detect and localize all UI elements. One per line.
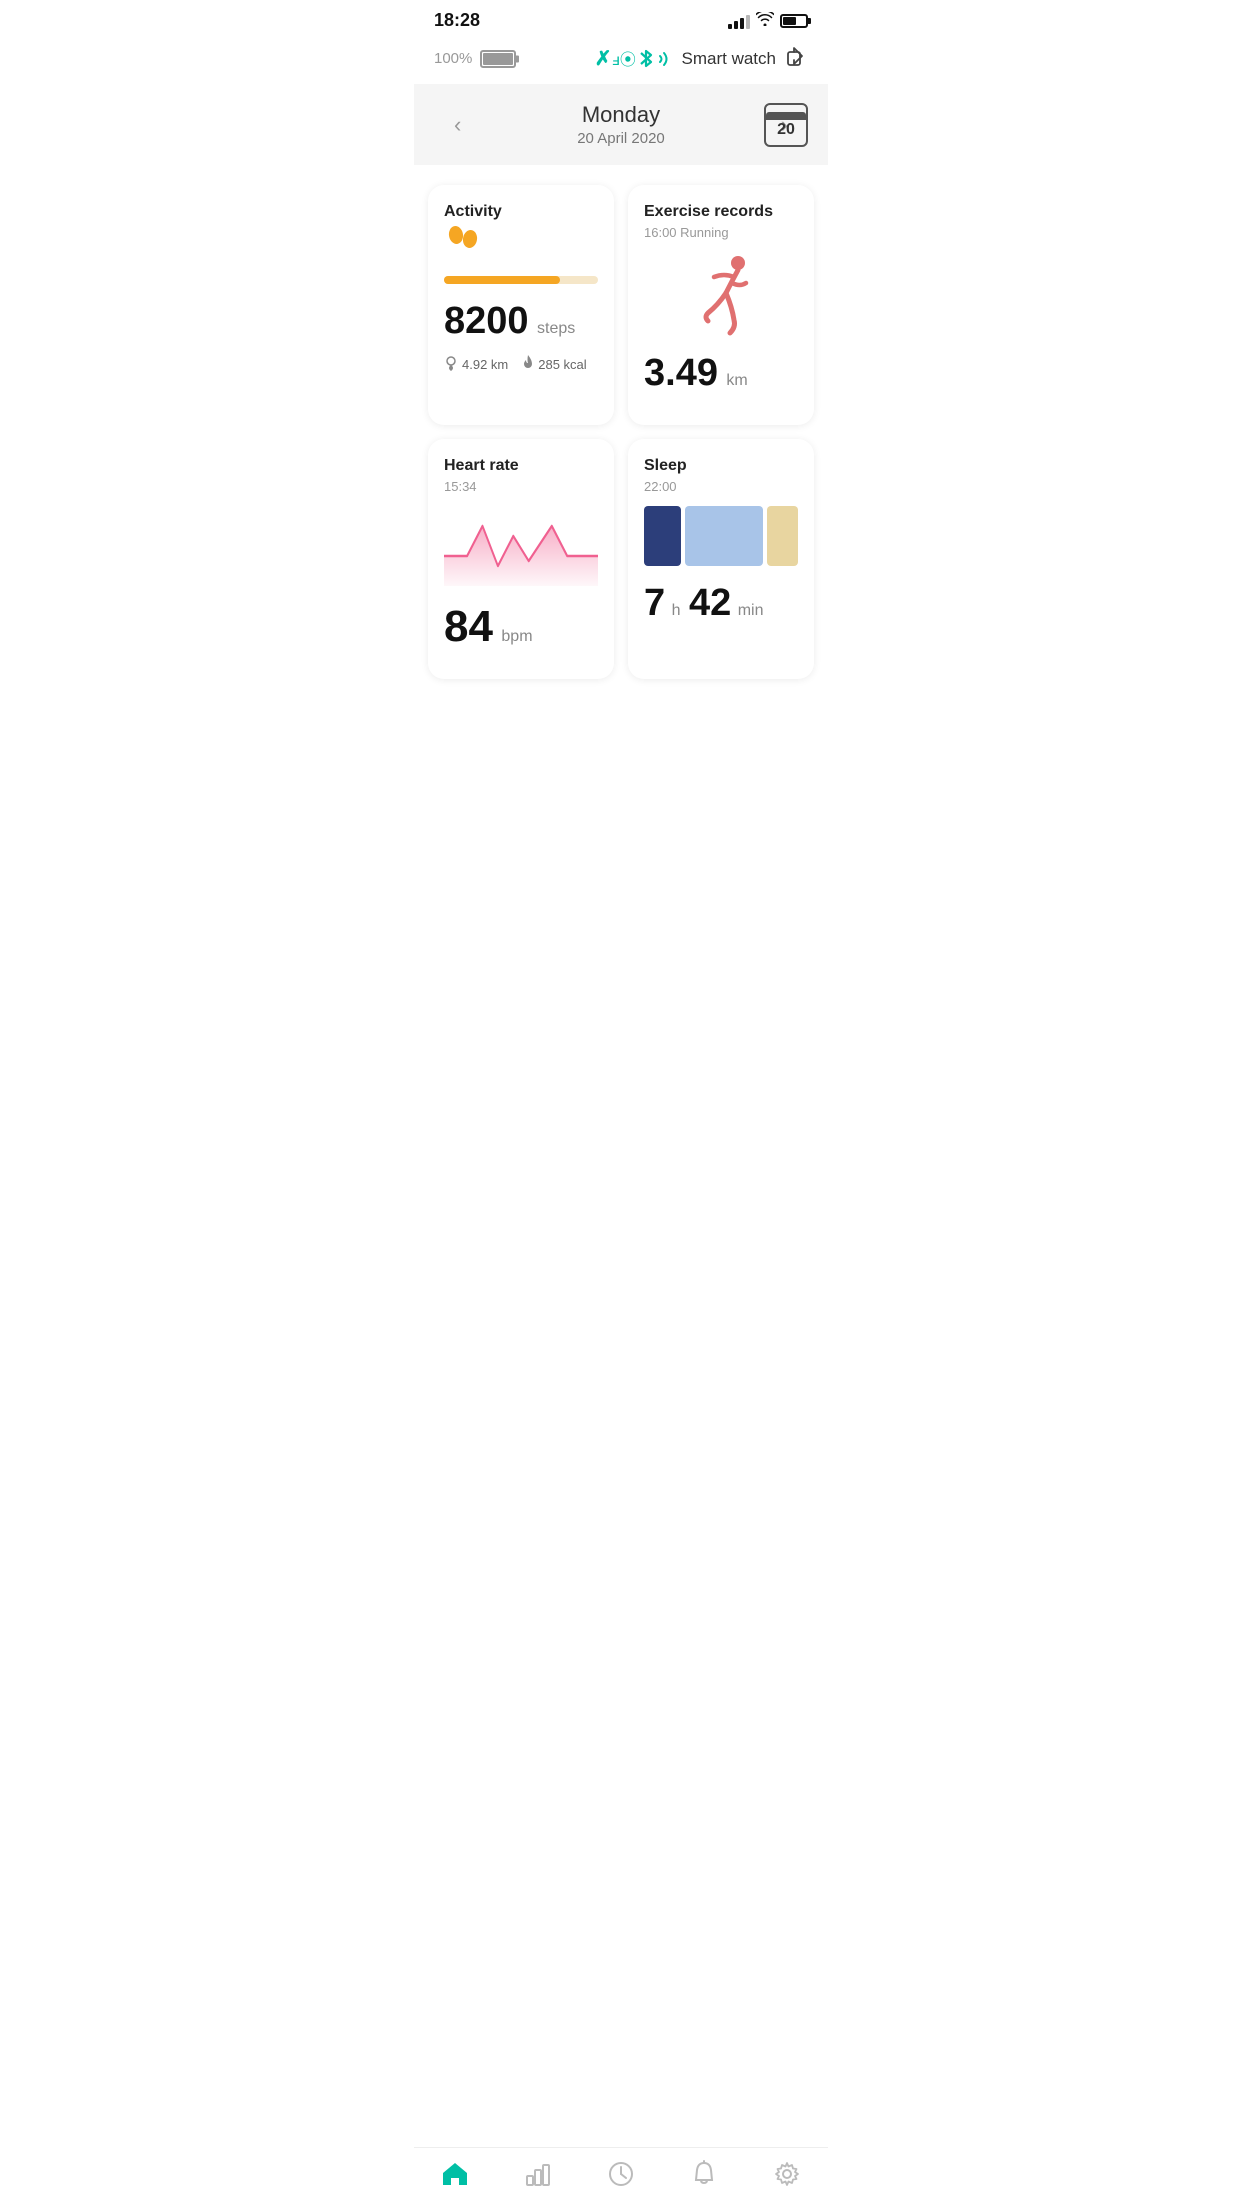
status-icons <box>728 12 808 29</box>
prev-day-button[interactable]: ‹ <box>434 112 481 138</box>
exercise-title: Exercise records <box>644 203 798 221</box>
device-bar: 100% ✗ ⅎ⦿ Smart watch <box>414 37 828 84</box>
progress-fill <box>444 276 560 284</box>
runner-figure <box>644 252 798 342</box>
sleep-hours-unit: h <box>672 602 681 619</box>
nav-notifications[interactable] <box>662 2160 745 2188</box>
activity-title: Activity <box>444 203 598 221</box>
light-sleep-bar <box>685 506 763 566</box>
signal-icon <box>728 13 750 29</box>
gear-icon <box>773 2160 801 2188</box>
heart-rate-title: Heart rate <box>444 457 598 475</box>
home-icon <box>441 2160 469 2188</box>
footsteps-icon <box>444 225 598 268</box>
calories-value: 285 kcal <box>538 357 586 372</box>
bpm-unit: bpm <box>501 628 532 645</box>
sleep-subtitle: 22:00 <box>644 479 798 494</box>
date-navigation: ‹ Monday 20 April 2020 › 20 <box>414 84 828 165</box>
nav-settings[interactable] <box>745 2160 828 2188</box>
share-icon[interactable] <box>786 45 808 72</box>
bluetooth-icon: ✗ ⅎ⦿ <box>595 46 672 71</box>
location-icon <box>444 355 458 374</box>
calories-meta: 285 kcal <box>522 355 586 374</box>
steps-unit: steps <box>537 320 575 337</box>
exercise-card[interactable]: Exercise records 16:00 Running 3.49 km <box>628 185 814 425</box>
bluetooth-symbol <box>638 48 654 70</box>
full-date: 20 April 2020 <box>481 130 760 147</box>
rem-sleep-bar <box>767 506 798 566</box>
bell-icon <box>690 2160 718 2188</box>
nav-clock[interactable] <box>580 2160 663 2188</box>
distance-value: 4.92 km <box>462 357 508 372</box>
status-time: 18:28 <box>434 10 480 31</box>
wifi-icon <box>756 12 774 29</box>
bpm-value: 84 <box>444 602 493 651</box>
battery-status-icon <box>780 14 808 28</box>
heart-rate-subtitle: 15:34 <box>444 479 598 494</box>
svg-text:ⅎ⦿: ⅎ⦿ <box>612 51 636 68</box>
bt-signal-waves <box>658 50 672 68</box>
device-battery: 100% <box>434 50 516 68</box>
heart-rate-card[interactable]: Heart rate 15:34 84 bpm <box>428 439 614 679</box>
steps-display: 8200 steps <box>444 300 598 343</box>
sleep-duration-display: 7 h 42 min <box>644 582 798 625</box>
date-display: Monday 20 April 2020 <box>481 102 760 147</box>
sleep-card[interactable]: Sleep 22:00 7 h 42 min <box>628 439 814 679</box>
activity-meta: 4.92 km 285 kcal <box>444 355 598 374</box>
stats-icon <box>524 2160 552 2188</box>
nav-home[interactable] <box>414 2160 497 2188</box>
sleep-minutes-unit: min <box>738 602 764 619</box>
cards-grid: Activity 8200 steps 4.92 km <box>414 165 828 699</box>
device-name: Smart watch <box>682 49 776 69</box>
sleep-title: Sleep <box>644 457 798 475</box>
day-name: Monday <box>481 102 760 128</box>
nav-stats[interactable] <box>497 2160 580 2188</box>
flame-icon <box>522 355 534 374</box>
exercise-distance-value: 3.49 <box>644 352 718 394</box>
activity-card[interactable]: Activity 8200 steps 4.92 km <box>428 185 614 425</box>
sleep-chart <box>644 506 798 566</box>
activity-progress-bar <box>444 276 598 284</box>
sleep-minutes-value: 42 <box>689 582 731 624</box>
distance-meta: 4.92 km <box>444 355 508 374</box>
exercise-distance-unit: km <box>726 372 747 389</box>
clock-icon <box>607 2160 635 2188</box>
device-right: ✗ ⅎ⦿ Smart watch <box>595 45 808 72</box>
calendar-button[interactable]: 20 <box>764 103 808 147</box>
deep-sleep-bar <box>644 506 681 566</box>
device-battery-percent: 100% <box>434 50 472 67</box>
bpm-display: 84 bpm <box>444 602 598 652</box>
status-bar: 18:28 <box>414 0 828 37</box>
sleep-hours-value: 7 <box>644 582 665 624</box>
heart-rate-chart <box>444 506 598 586</box>
steps-value: 8200 <box>444 300 529 342</box>
exercise-subtitle: 16:00 Running <box>644 225 798 240</box>
exercise-distance-display: 3.49 km <box>644 352 798 395</box>
bottom-navigation <box>414 2147 828 2208</box>
device-battery-icon <box>480 50 516 68</box>
